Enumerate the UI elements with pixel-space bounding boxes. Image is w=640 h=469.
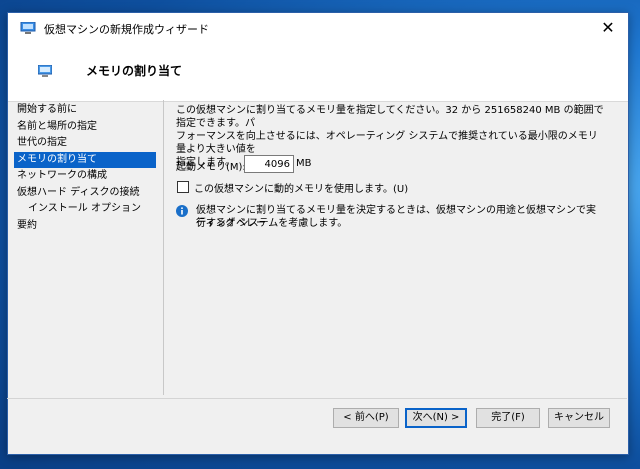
startup-memory-label: 起動メモリ(M): bbox=[176, 162, 246, 173]
description-line-2: フォーマンスを向上させるには、オペレーティング システムで推奨されている最小限の… bbox=[176, 131, 598, 155]
hyper-v-icon bbox=[20, 22, 36, 34]
nav-item-installation-options[interactable]: インストール オプション bbox=[14, 201, 156, 218]
vertical-divider bbox=[163, 100, 164, 395]
info-text-line-2: ティング システムを考慮します。 bbox=[196, 218, 348, 229]
startup-memory-unit: MB bbox=[296, 158, 312, 169]
finish-button[interactable]: 完了(F) bbox=[476, 408, 540, 428]
monitor-icon bbox=[38, 65, 52, 77]
back-button[interactable]: < 前へ(P) bbox=[333, 408, 399, 428]
title-bar[interactable]: 仮想マシンの新規作成ウィザード ✕ bbox=[8, 13, 628, 43]
dynamic-memory-checkbox[interactable] bbox=[177, 181, 189, 193]
nav-item-name-and-location[interactable]: 名前と場所の指定 bbox=[14, 119, 156, 136]
page-header: メモリの割り当て bbox=[8, 43, 628, 102]
footer-divider bbox=[7, 398, 627, 399]
startup-memory-input[interactable] bbox=[244, 155, 294, 173]
page-title: メモリの割り当て bbox=[86, 64, 183, 78]
nav-item-summary[interactable]: 要約 bbox=[14, 218, 156, 235]
wizard-steps-nav: 開始する前に 名前と場所の指定 世代の指定 メモリの割り当て ネットワークの構成… bbox=[14, 102, 156, 234]
nav-item-networking[interactable]: ネットワークの構成 bbox=[14, 168, 156, 185]
nav-item-before-you-begin[interactable]: 開始する前に bbox=[14, 102, 156, 119]
cancel-button[interactable]: キャンセル bbox=[548, 408, 610, 428]
dynamic-memory-label[interactable]: この仮想マシンに動的メモリを使用します。(U) bbox=[194, 180, 408, 195]
nav-item-assign-memory[interactable]: メモリの割り当て bbox=[14, 151, 156, 168]
nav-item-generation[interactable]: 世代の指定 bbox=[14, 135, 156, 152]
close-button[interactable]: ✕ bbox=[588, 13, 628, 43]
close-icon: ✕ bbox=[601, 18, 615, 37]
next-button[interactable]: 次へ(N) > bbox=[405, 408, 467, 428]
info-icon bbox=[176, 205, 188, 217]
nav-item-virtual-hard-disk[interactable]: 仮想ハード ディスクの接続 bbox=[14, 185, 156, 202]
window-title: 仮想マシンの新規作成ウィザード bbox=[44, 23, 209, 36]
description-line-1: この仮想マシンに割り当てるメモリ量を指定してください。32 から 2516582… bbox=[176, 105, 604, 129]
